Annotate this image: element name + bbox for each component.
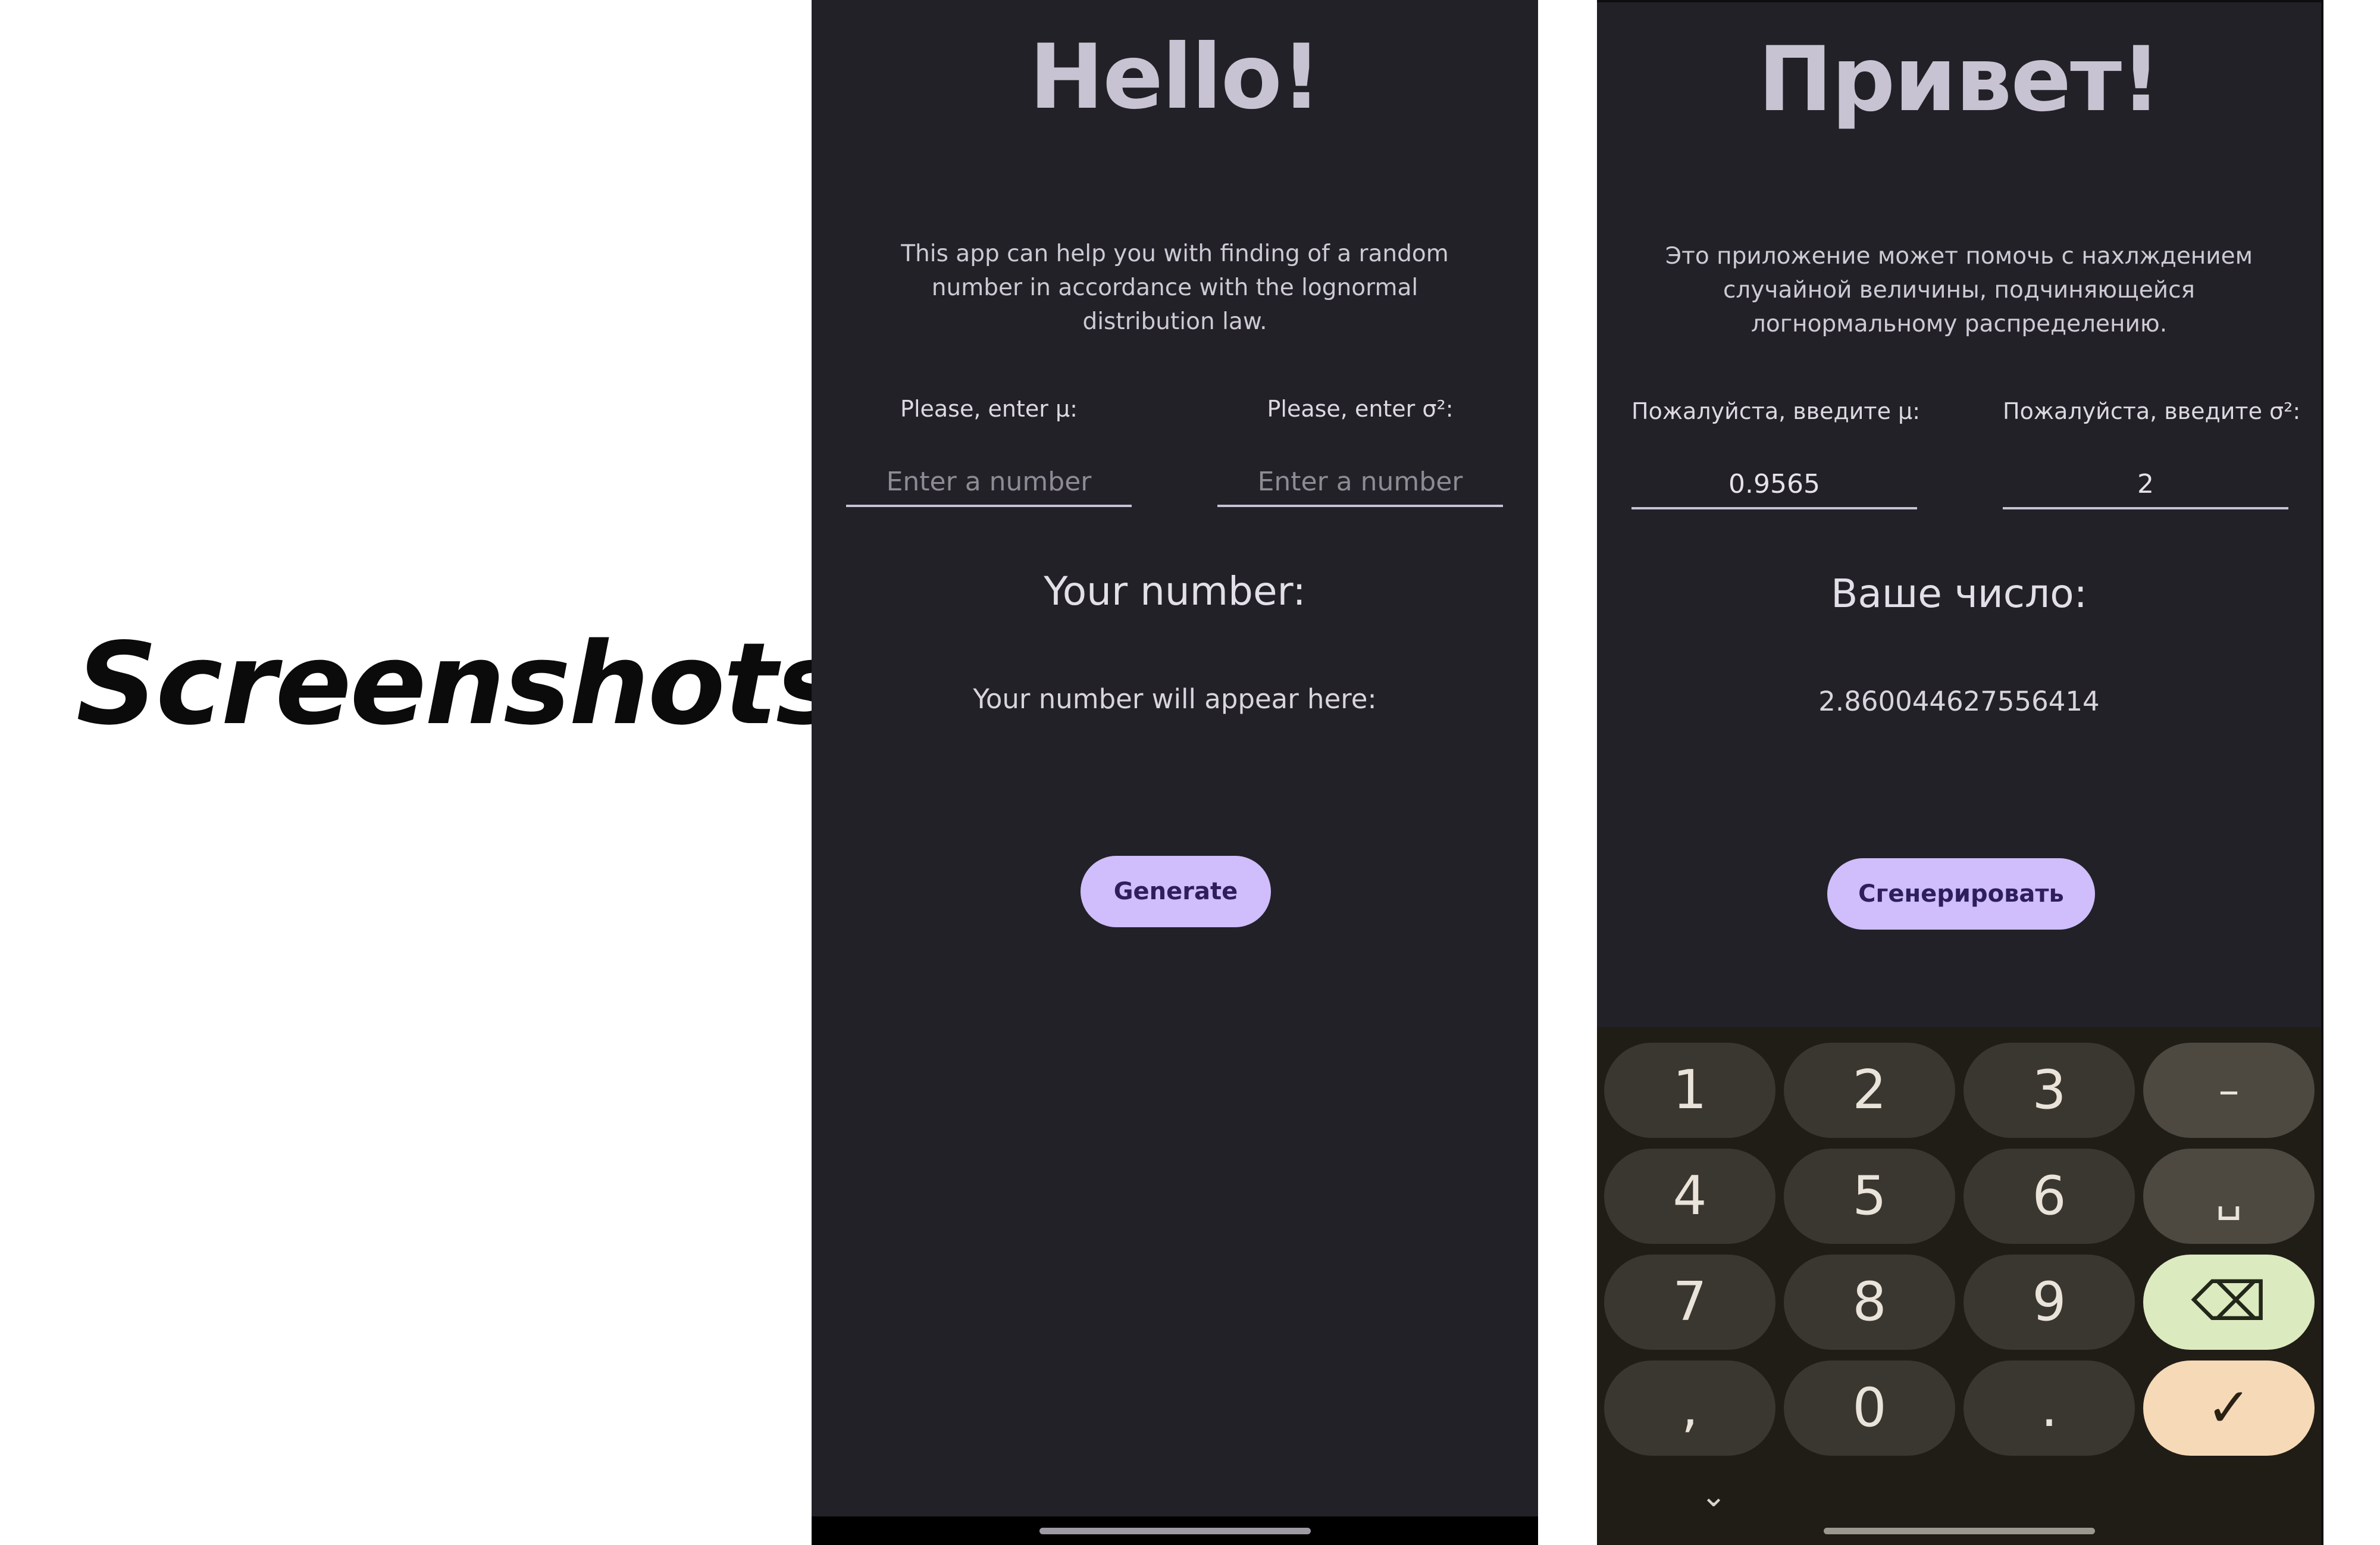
generate-button[interactable]: Generate xyxy=(1081,856,1271,927)
greeting-title: Привет! xyxy=(1758,28,2161,132)
phone-screen-russian: Привет! Это приложение может помочь с на… xyxy=(1597,0,2323,1545)
key-7[interactable]: 7 xyxy=(1604,1255,1775,1350)
phone-screen-english: Hello! This app can help you with findin… xyxy=(812,0,1538,1545)
key-5[interactable]: 5 xyxy=(1784,1149,1955,1244)
result-value: Your number will appear here: xyxy=(973,683,1377,715)
app-description: Это приложение может помочь с нахлждение… xyxy=(1665,243,2253,337)
key-2[interactable]: 2 xyxy=(1784,1043,1955,1138)
sigma-label: Please, enter σ²: xyxy=(1267,396,1454,422)
result-heading: Your number: xyxy=(1044,568,1306,614)
confirm-key[interactable]: ✓ xyxy=(2143,1361,2315,1456)
mu-input[interactable] xyxy=(846,458,1132,507)
greeting-title: Hello! xyxy=(1029,26,1322,129)
sigma-input[interactable] xyxy=(1217,458,1503,507)
sigma-label: Пожалуйста, введите σ²: xyxy=(2003,398,2301,424)
screenshots-title: Screenshots xyxy=(76,618,843,750)
home-handle[interactable] xyxy=(1823,1528,2095,1534)
home-handle[interactable] xyxy=(1039,1528,1311,1534)
key-4[interactable]: 4 xyxy=(1604,1149,1775,1244)
mu-label: Please, enter μ: xyxy=(900,396,1078,422)
key-8[interactable]: 8 xyxy=(1784,1255,1955,1350)
chevron-down-icon[interactable]: ⌄ xyxy=(1696,1478,1731,1514)
key-1[interactable]: 1 xyxy=(1604,1043,1775,1138)
key-0[interactable]: 0 xyxy=(1784,1361,1955,1456)
key-3[interactable]: 3 xyxy=(1964,1043,2135,1138)
key-space[interactable]: ␣ xyxy=(2143,1149,2315,1244)
key-minus[interactable]: – xyxy=(2143,1043,2315,1138)
mu-label: Пожалуйста, введите μ: xyxy=(1631,398,1921,424)
result-value: 2.860044627556414 xyxy=(1818,686,2100,717)
key-comma[interactable]: , xyxy=(1604,1361,1775,1456)
app-description: This app can help you with finding of a … xyxy=(901,240,1449,335)
key-9[interactable]: 9 xyxy=(1964,1255,2135,1350)
key-6[interactable]: 6 xyxy=(1964,1149,2135,1244)
numeric-keyboard: 1 2 3 – 4 5 6 ␣ 7 8 9 ⌫ , 0 . ✓ xyxy=(1597,1027,2321,1545)
sigma-input[interactable] xyxy=(2003,461,2288,509)
backspace-key[interactable]: ⌫ xyxy=(2143,1255,2315,1350)
generate-button[interactable]: Сгенерировать xyxy=(1827,858,2095,930)
result-heading: Ваше число: xyxy=(1831,571,2087,617)
mu-input[interactable] xyxy=(1631,461,1917,509)
key-period[interactable]: . xyxy=(1964,1361,2135,1456)
